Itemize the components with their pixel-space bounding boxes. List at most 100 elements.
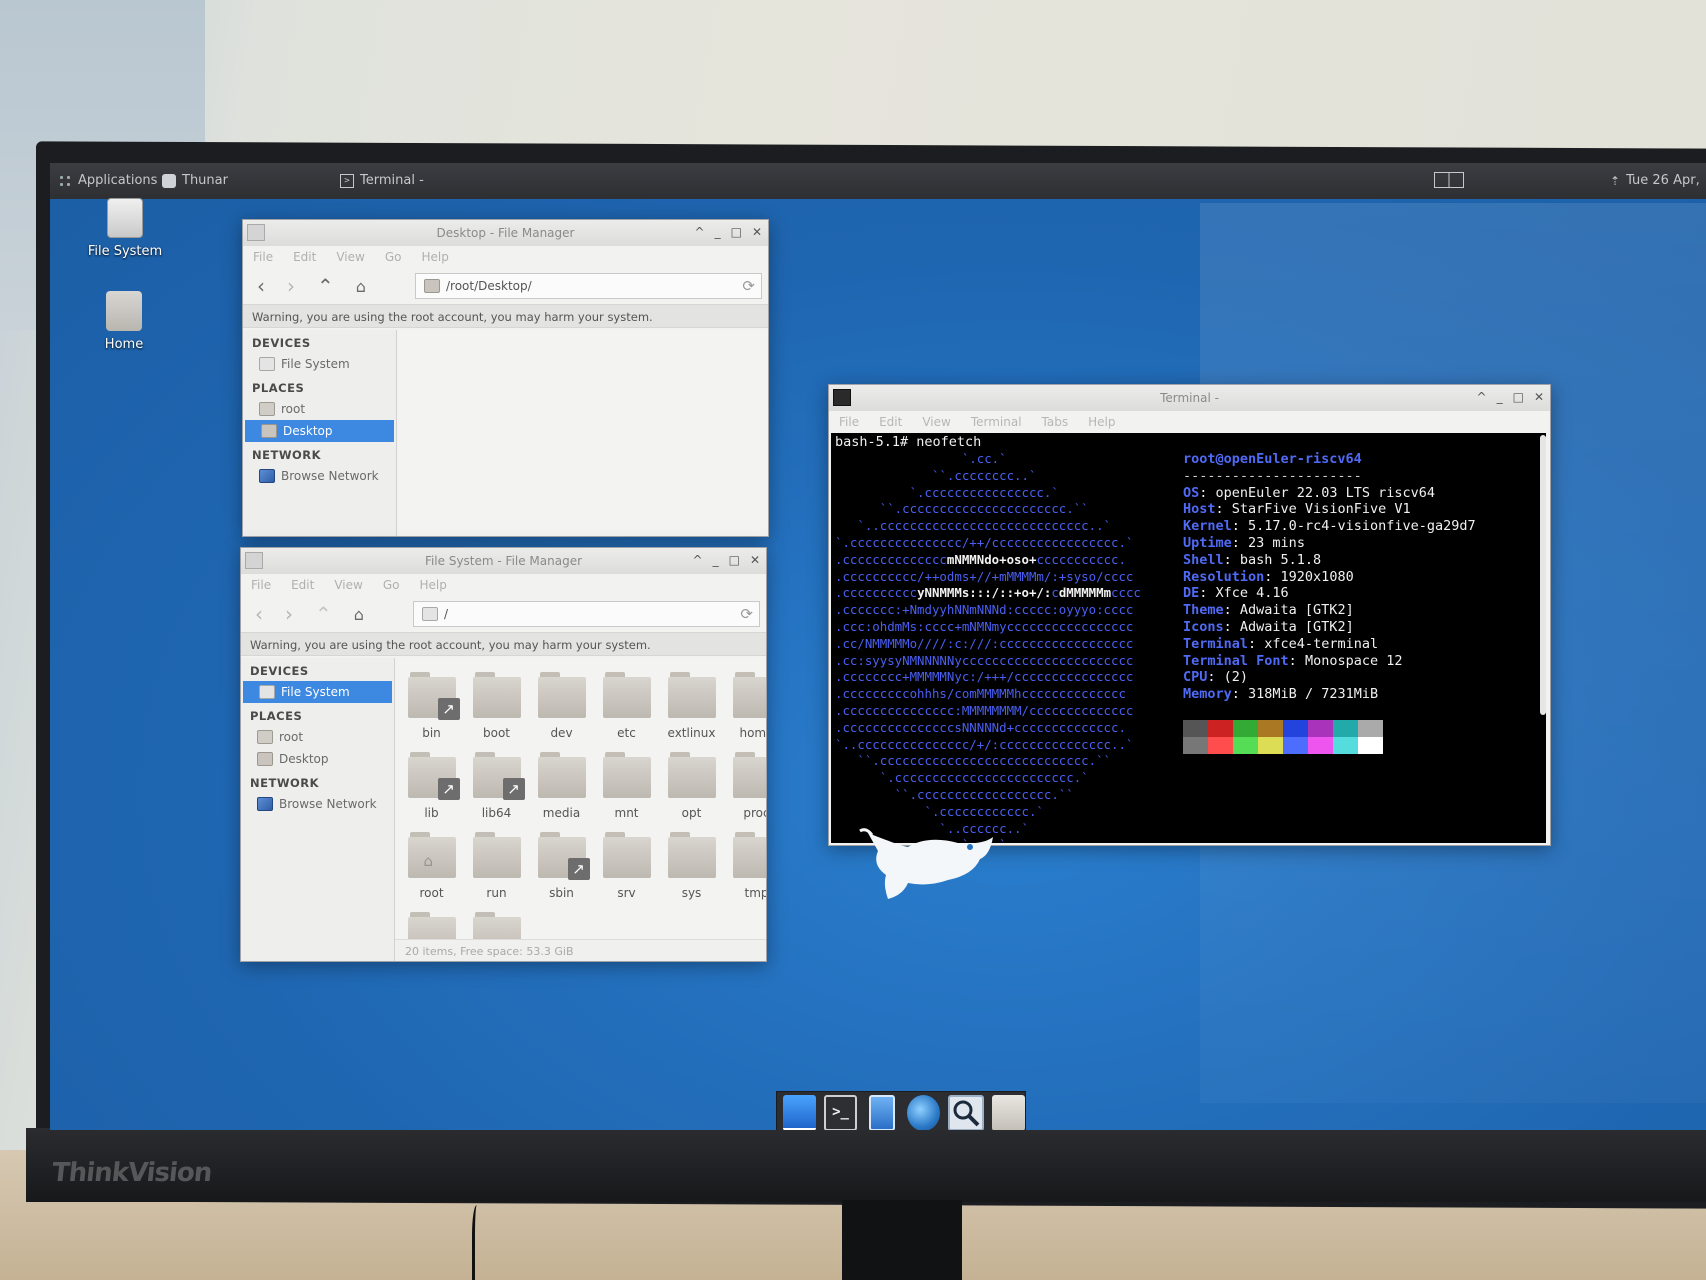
desktop-icon-file-system[interactable]: File System [70, 198, 180, 259]
menu-help[interactable]: Help [1088, 415, 1115, 429]
menu-file[interactable]: File [251, 578, 271, 592]
file-item[interactable]: proc [724, 752, 766, 820]
root-warning-bar: Warning, you are using the root account,… [243, 304, 768, 328]
back-icon[interactable]: ‹ [255, 602, 263, 626]
sidebar-item-browse-network[interactable]: Browse Network [241, 793, 394, 815]
taskbar-item-thunar[interactable]: Thunar [162, 173, 228, 188]
home-icon[interactable]: ⌂ [354, 605, 364, 624]
file-item[interactable]: home [724, 672, 766, 740]
file-item[interactable]: ↗ sbin [529, 832, 594, 900]
minimize-button[interactable]: _ [1497, 390, 1503, 404]
sidebar-item-root[interactable]: root [241, 726, 394, 748]
file-manager-icon[interactable] [869, 1095, 896, 1130]
location-bar[interactable]: / ⟳ [413, 601, 760, 627]
shade-button[interactable]: ^ [1477, 390, 1487, 404]
folder-icon [667, 672, 716, 718]
file-item[interactable]: boot [464, 672, 529, 740]
file-item-label: opt [681, 806, 702, 820]
menu-view[interactable]: View [922, 415, 950, 429]
clock[interactable]: Tue 26 Apr, [1626, 173, 1700, 188]
terminal-scrollbar[interactable] [1540, 435, 1546, 715]
forward-icon[interactable]: › [285, 602, 293, 626]
file-item-label: proc [743, 806, 766, 820]
color-swatch [1358, 720, 1383, 737]
file-item[interactable] [399, 912, 464, 939]
file-item[interactable]: mnt [594, 752, 659, 820]
file-item[interactable]: ↗ lib [399, 752, 464, 820]
app-finder-icon[interactable] [948, 1095, 985, 1130]
sidebar-item-desktop[interactable]: Desktop [245, 420, 394, 442]
file-item[interactable]: run [464, 832, 529, 900]
minimize-button[interactable]: _ [715, 225, 721, 239]
file-item[interactable]: etc [594, 672, 659, 740]
show-desktop-icon[interactable] [783, 1095, 816, 1130]
info-line: Terminal: xfce4-terminal [1183, 635, 1379, 652]
menu-go[interactable]: Go [385, 250, 402, 264]
file-view[interactable]: ↗ bin boot dev etc extlinux home ↗ lib ↗ lib64 medi… [396, 658, 766, 939]
file-view-empty[interactable] [398, 330, 768, 536]
menu-help[interactable]: Help [421, 250, 448, 264]
file-item[interactable]: opt [659, 752, 724, 820]
window-titlebar[interactable]: Desktop - File Manager ^ _ □ ✕ [243, 220, 768, 246]
file-item-label: mnt [614, 806, 639, 820]
reload-icon[interactable]: ⟳ [740, 605, 753, 623]
terminal-icon[interactable]: >_ [823, 1095, 858, 1130]
reload-icon[interactable]: ⟳ [742, 277, 755, 295]
forward-icon[interactable]: › [287, 274, 295, 298]
sidebar-item-root[interactable]: root [243, 398, 396, 420]
desktop-icon-label: Home [104, 337, 144, 352]
minimize-button[interactable]: _ [713, 553, 719, 567]
back-icon[interactable]: ‹ [257, 274, 265, 298]
file-item[interactable]: ↗ lib64 [464, 752, 529, 820]
file-manager-window-file-system: File System - File Manager ^ _ □ ✕ File … [240, 547, 767, 962]
menu-edit[interactable]: Edit [293, 250, 316, 264]
file-item[interactable]: srv [594, 832, 659, 900]
menu-view[interactable]: View [334, 578, 362, 592]
location-bar[interactable]: /root/Desktop/ ⟳ [415, 273, 762, 299]
sidebar-item-file-system[interactable]: File System [243, 681, 392, 703]
close-button[interactable]: ✕ [1534, 390, 1544, 404]
menu-file[interactable]: File [839, 415, 859, 429]
file-item[interactable]: media [529, 752, 594, 820]
menu-edit[interactable]: Edit [879, 415, 902, 429]
notification-area[interactable]: ⇡ Tue 26 Apr, [1610, 173, 1700, 188]
menu-help[interactable]: Help [419, 578, 446, 592]
close-button[interactable]: ✕ [750, 553, 760, 567]
file-item[interactable] [464, 912, 529, 939]
menu-go[interactable]: Go [383, 578, 400, 592]
window-titlebar[interactable]: File System - File Manager ^ _ □ ✕ [241, 548, 766, 574]
parent-folder-icon[interactable]: ⌃ [315, 602, 332, 626]
desktop-icon-home[interactable]: Home [69, 291, 179, 352]
menu-file[interactable]: File [253, 250, 273, 264]
menu-terminal[interactable]: Terminal [971, 415, 1022, 429]
file-item[interactable]: tmp [724, 832, 766, 900]
menu-tabs[interactable]: Tabs [1042, 415, 1069, 429]
shade-button[interactable]: ^ [693, 553, 703, 567]
file-item[interactable]: ↗ bin [399, 672, 464, 740]
menu-edit[interactable]: Edit [291, 578, 314, 592]
terminal-output[interactable]: bash-5.1# neofetch `.cc.` ``.cccccccc..`… [831, 433, 1546, 843]
file-item[interactable]: sys [659, 832, 724, 900]
maximize-button[interactable]: □ [729, 553, 740, 567]
file-item[interactable]: extlinux [659, 672, 724, 740]
menu-view[interactable]: View [336, 250, 364, 264]
file-item[interactable]: ⌂ root [399, 832, 464, 900]
home-icon[interactable]: ⌂ [356, 277, 366, 296]
file-item[interactable]: dev [529, 672, 594, 740]
parent-folder-icon[interactable]: ⌃ [317, 274, 334, 298]
shade-button[interactable]: ^ [695, 225, 705, 239]
file-item-label: tmp [744, 886, 766, 900]
sidebar-item-browse-network[interactable]: Browse Network [243, 465, 396, 487]
web-browser-icon[interactable] [907, 1095, 941, 1130]
sidebar-item-file-system[interactable]: File System [243, 353, 396, 375]
home-folder-icon[interactable] [992, 1095, 1025, 1130]
applications-menu[interactable]: Applications [58, 173, 157, 188]
sidebar-item-label: Browse Network [281, 469, 379, 483]
workspace-switcher[interactable] [1434, 172, 1464, 188]
maximize-button[interactable]: □ [731, 225, 742, 239]
close-button[interactable]: ✕ [752, 225, 762, 239]
window-titlebar[interactable]: Terminal - ^ _ □ ✕ [829, 385, 1550, 411]
sidebar-item-desktop[interactable]: Desktop [241, 748, 394, 770]
maximize-button[interactable]: □ [1513, 390, 1524, 404]
taskbar-item-terminal[interactable]: > Terminal - [340, 173, 424, 188]
